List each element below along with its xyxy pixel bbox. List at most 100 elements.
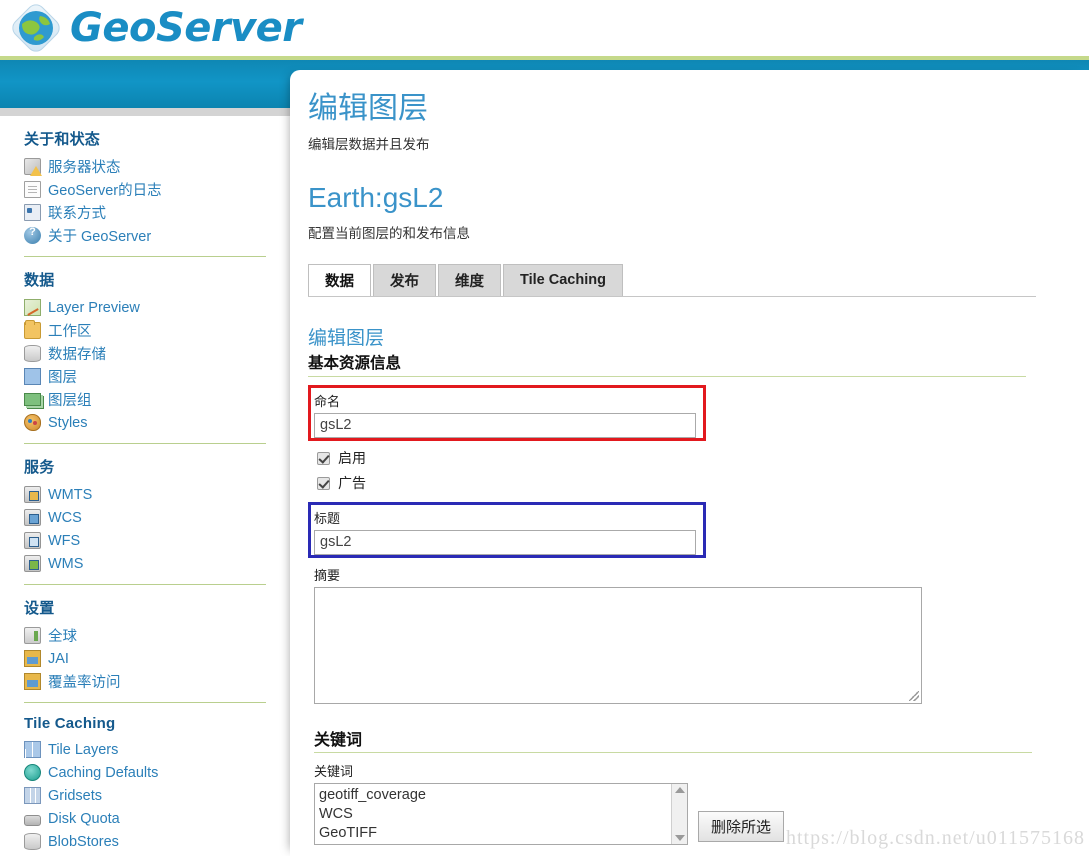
sidebar-separator bbox=[24, 256, 266, 257]
sidebar-separator bbox=[24, 702, 266, 703]
service-wcs-icon bbox=[24, 509, 41, 526]
main-panel: 编辑图层 编辑层数据并且发布 Earth:gsL2 配置当前图层的和发布信息 数… bbox=[290, 70, 1089, 856]
title-label: 标题 bbox=[314, 510, 341, 526]
sidebar-item-label: 关于 GeoServer bbox=[48, 229, 152, 245]
tab-维度[interactable]: 维度 bbox=[438, 263, 501, 296]
scroll-down-icon[interactable] bbox=[674, 834, 685, 841]
sidebar-item-wms[interactable]: WMS bbox=[24, 552, 288, 575]
layer-name-heading: Earth:gsL2 bbox=[308, 182, 444, 213]
sidebar-item-styles[interactable]: Styles bbox=[24, 411, 288, 434]
page-subtitle: 编辑层数据并且发布 bbox=[308, 137, 430, 152]
sidebar-item-wmts[interactable]: WMTS bbox=[24, 483, 288, 506]
remove-selected-button[interactable]: 删除所选 bbox=[698, 810, 785, 842]
sidebar-item-wfs[interactable]: WFS bbox=[24, 529, 288, 552]
palette-icon bbox=[24, 414, 41, 431]
sidebar-item-blobstores[interactable]: BlobStores bbox=[24, 830, 288, 853]
page-title: 编辑图层 bbox=[308, 92, 428, 125]
abstract-textarea[interactable] bbox=[314, 586, 922, 704]
contact-card-icon bbox=[24, 204, 41, 221]
watermark: https://blog.csdn.net/u011575168 bbox=[785, 827, 1085, 849]
tab-bar: 数据 发布 维度 Tile Caching bbox=[308, 263, 1089, 296]
layer-icon bbox=[24, 368, 41, 385]
sidebar-item-label: GeoServer的日志 bbox=[48, 183, 162, 199]
layer-preview-icon bbox=[24, 299, 41, 316]
globe-icon bbox=[10, 2, 62, 54]
sidebar-item-jai[interactable]: JAI bbox=[24, 647, 288, 670]
sidebar-item-tile-layers[interactable]: Tile Layers bbox=[24, 738, 288, 761]
sidebar-item-覆盖率访问[interactable]: 覆盖率访问 bbox=[24, 670, 288, 693]
sidebar-section-title: 数据 bbox=[24, 272, 55, 289]
resize-handle-icon[interactable] bbox=[909, 690, 919, 701]
app-root: GeoServer 关于和状态服务器状态 GeoServer的日志联系方式关于 G… bbox=[0, 0, 1089, 856]
sidebar-item-图层组[interactable]: 图层组 bbox=[24, 388, 288, 411]
sidebar-item-wcs[interactable]: WCS bbox=[24, 506, 288, 529]
keywords-scrollbar[interactable] bbox=[671, 783, 687, 844]
sidebar-item-label: 数据存储 bbox=[48, 347, 106, 363]
sidebar-item-label: JAI bbox=[48, 650, 69, 667]
sidebar-item-label: Styles bbox=[48, 414, 88, 431]
app-header: GeoServer bbox=[0, 0, 1089, 56]
sidebar-item-geoserver的日志[interactable]: GeoServer的日志 bbox=[24, 178, 288, 201]
sidebar-item-全球[interactable]: 全球 bbox=[24, 624, 288, 647]
sidebar-item-label: Caching Defaults bbox=[48, 764, 159, 781]
service-wms-icon bbox=[24, 555, 41, 572]
sidebar-section-title: 设置 bbox=[24, 600, 55, 617]
keywords-items: geotiff_coverage WCS GeoTIFF bbox=[315, 784, 671, 844]
sidebar-item-label: 服务器状态 bbox=[48, 160, 121, 176]
advertised-checkbox-row[interactable]: 广告 bbox=[317, 471, 1089, 496]
name-input[interactable] bbox=[314, 412, 696, 438]
enabled-checkbox[interactable] bbox=[317, 451, 330, 465]
jai-icon bbox=[24, 650, 41, 667]
global-settings-icon bbox=[24, 627, 41, 644]
service-wmts-icon bbox=[24, 486, 41, 503]
sidebar-item-联系方式[interactable]: 联系方式 bbox=[24, 201, 288, 224]
tab-underline bbox=[308, 295, 1036, 297]
sidebar-section: 设置全球 JAI 覆盖率访问 bbox=[24, 597, 288, 703]
keywords-heading: 关键词 bbox=[314, 731, 363, 749]
title-input[interactable] bbox=[314, 529, 696, 555]
sidebar-item-数据存储[interactable]: 数据存储 bbox=[24, 342, 288, 365]
brand-logo[interactable]: GeoServer bbox=[10, 2, 302, 54]
tab-数据[interactable]: 数据 bbox=[308, 263, 371, 296]
advertised-label: 广告 bbox=[338, 475, 366, 492]
keywords-list[interactable]: geotiff_coverage WCS GeoTIFF bbox=[314, 782, 688, 845]
sidebar-item-label: WFS bbox=[48, 532, 81, 549]
sidebar-item-label: 联系方式 bbox=[48, 206, 106, 222]
section-divider bbox=[308, 375, 1026, 377]
sidebar-item-disk-quota[interactable]: Disk Quota bbox=[24, 807, 288, 830]
scroll-up-icon[interactable] bbox=[674, 786, 685, 793]
sidebar-item-label: 图层 bbox=[48, 370, 77, 386]
coverage-access-icon bbox=[24, 673, 41, 690]
advertised-checkbox[interactable] bbox=[317, 476, 330, 490]
enabled-checkbox-row[interactable]: 启用 bbox=[317, 446, 1089, 471]
sidebar-item-caching-defaults[interactable]: Caching Defaults bbox=[24, 761, 288, 784]
keyword-item[interactable]: GeoTIFF bbox=[319, 824, 667, 843]
name-field-group: 命名 bbox=[308, 384, 1089, 441]
sidebar-item-图层[interactable]: 图层 bbox=[24, 365, 288, 388]
sidebar-item-label: 全球 bbox=[48, 629, 77, 645]
sidebar-section: 数据 Layer Preview 工作区数据存储图层图层组 Styles bbox=[24, 269, 288, 444]
tab-发布[interactable]: 发布 bbox=[373, 263, 436, 296]
sidebar-item-layer-preview[interactable]: Layer Preview bbox=[24, 296, 288, 319]
help-icon bbox=[24, 226, 41, 244]
database-icon bbox=[24, 345, 41, 362]
sidebar-item-label: BlobStores bbox=[48, 833, 119, 850]
sidebar-top-strip bbox=[0, 108, 290, 116]
sidebar-item-gridsets[interactable]: Gridsets bbox=[24, 784, 288, 807]
sidebar: 关于和状态服务器状态 GeoServer的日志联系方式关于 GeoServer 数据… bbox=[0, 116, 288, 856]
keyword-item[interactable]: geotiff_coverage bbox=[319, 786, 667, 805]
sidebar-item-label: 工作区 bbox=[48, 324, 92, 340]
keywords-label: 关键词 bbox=[314, 763, 354, 779]
sidebar-item-工作区[interactable]: 工作区 bbox=[24, 319, 288, 342]
sidebar-section-title: 服务 bbox=[24, 459, 55, 476]
resource-form: 编辑图层 基本资源信息 命名 启用 广告 标题 bbox=[308, 323, 1089, 845]
keyword-item[interactable]: WCS bbox=[319, 805, 667, 824]
layer-group-icon bbox=[24, 393, 41, 406]
sidebar-item-label: WCS bbox=[48, 509, 82, 526]
sidebar-section: 关于和状态服务器状态 GeoServer的日志联系方式关于 GeoServer bbox=[24, 128, 288, 257]
form-section-subtitle: 基本资源信息 bbox=[308, 354, 402, 372]
sidebar-item-服务器状态[interactable]: 服务器状态 bbox=[24, 155, 288, 178]
abstract-label: 摘要 bbox=[314, 567, 341, 583]
tab-tile-caching[interactable]: Tile Caching bbox=[503, 263, 623, 296]
sidebar-item-关于-geoserver[interactable]: 关于 GeoServer bbox=[24, 224, 288, 247]
